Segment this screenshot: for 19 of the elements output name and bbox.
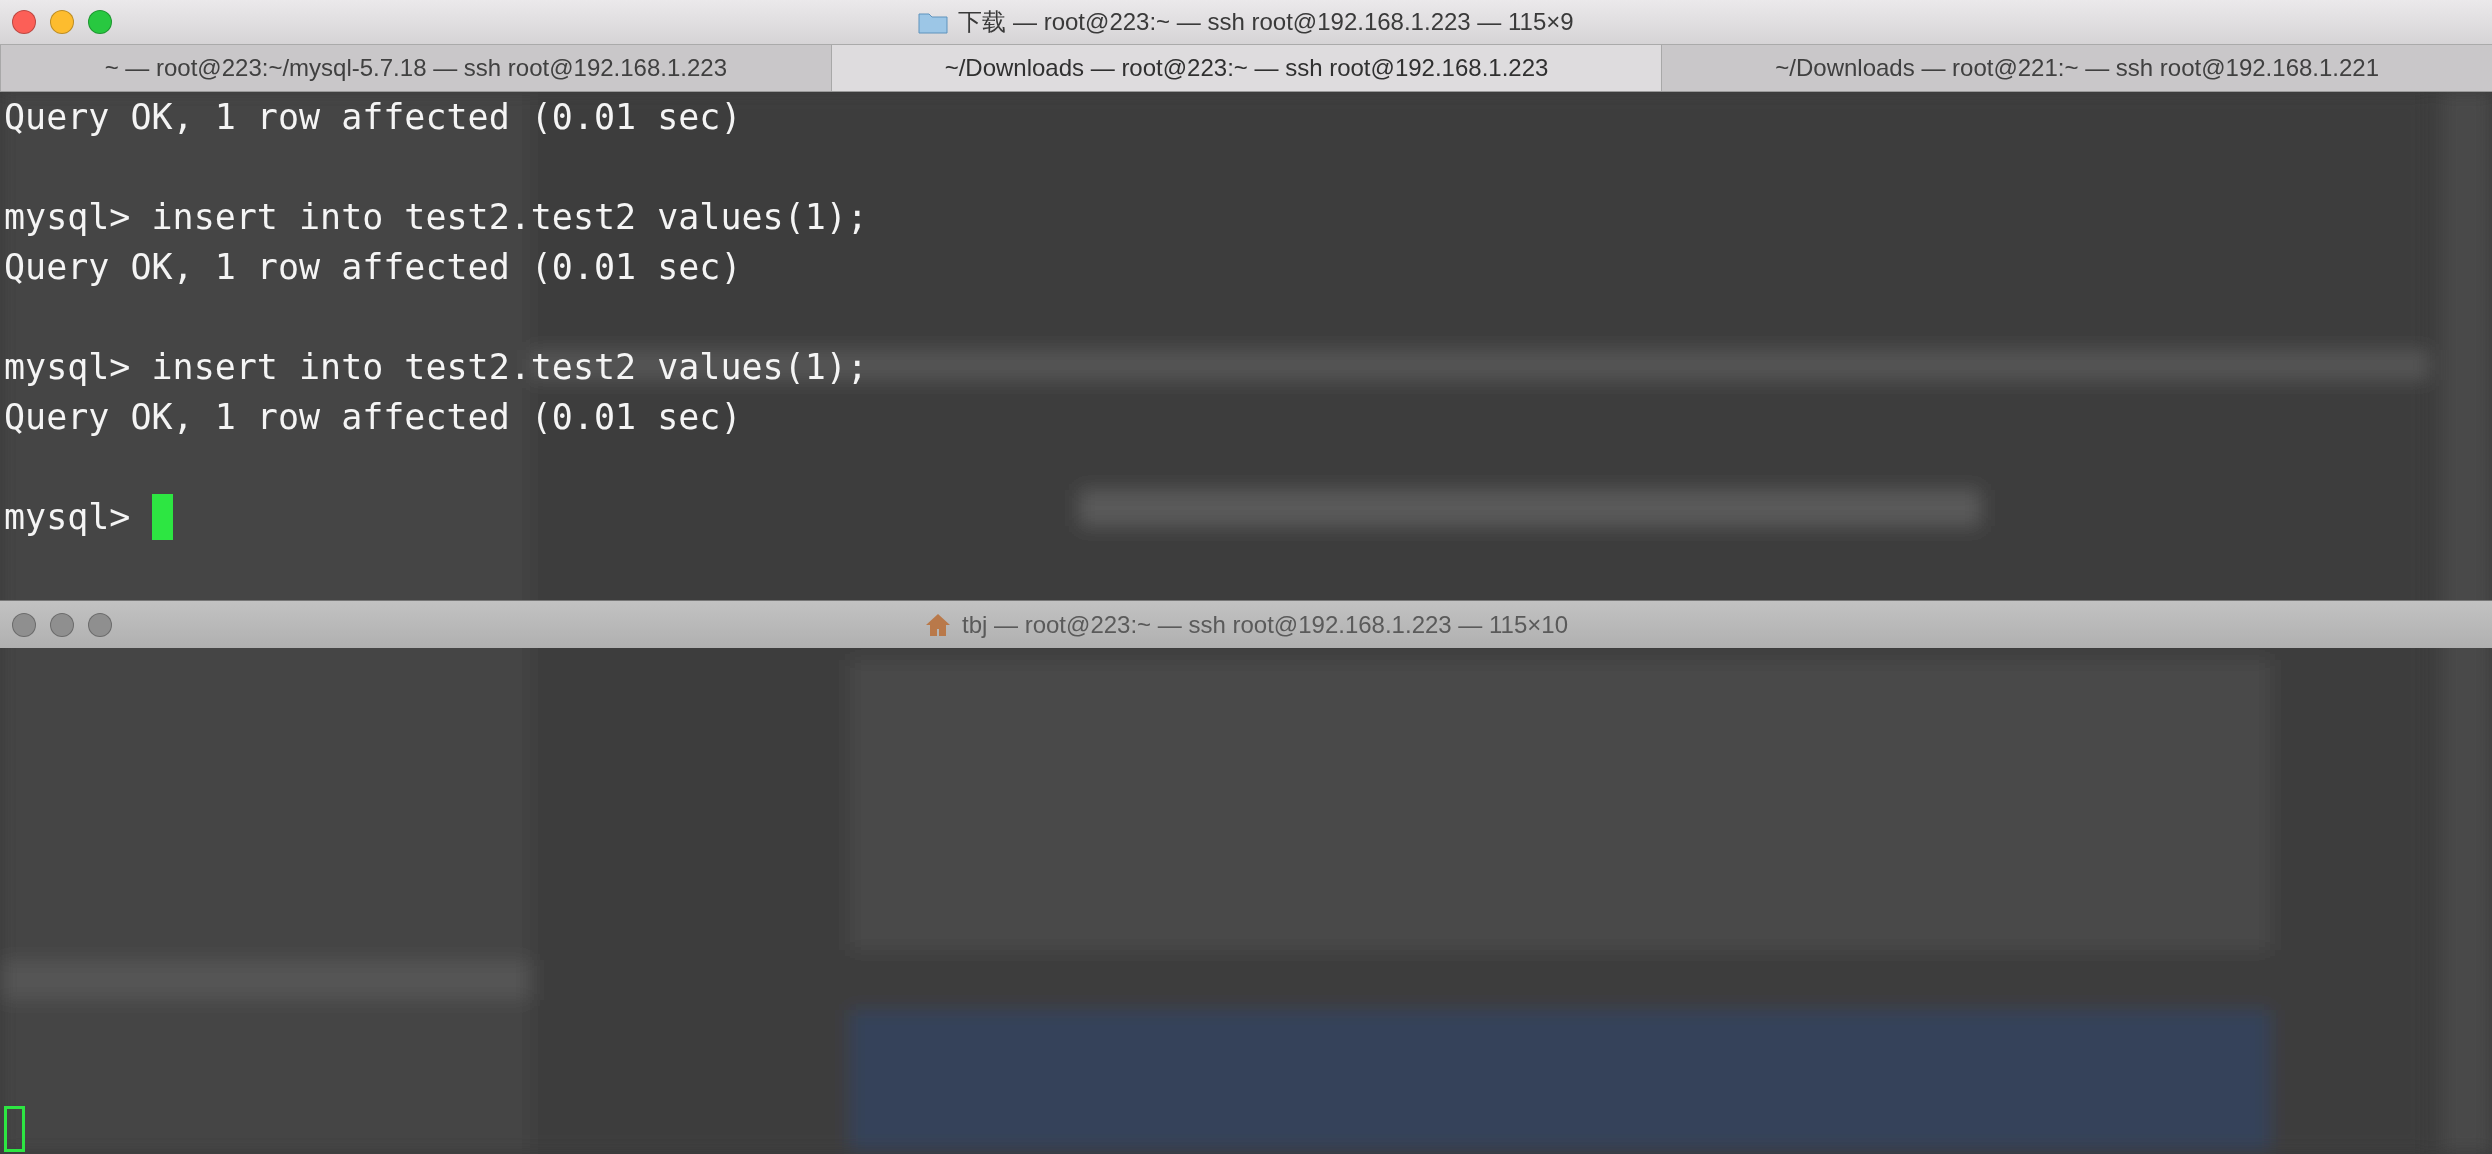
terminal-line: mysql> (4, 496, 132, 539)
minimize-button[interactable] (50, 612, 74, 637)
window-title: tbj — root@223:~ — ssh root@192.168.1.223 — 115×10 (962, 609, 1568, 640)
home-icon (924, 611, 952, 638)
close-button[interactable] (12, 612, 36, 637)
terminal-line: Query OK, 1 row affected (0.01 sec) (4, 96, 742, 139)
terminal-line: Query OK, 1 row affected (0.01 sec) (4, 396, 742, 439)
terminal-line: mysql> insert into test2.test2 values(1); (4, 196, 868, 239)
window-title: 下载 — root@223:~ — ssh root@192.168.1.223 — 115×9 (958, 7, 1574, 37)
cursor (151, 494, 173, 540)
folder-icon (918, 10, 949, 34)
close-button[interactable] (12, 10, 36, 34)
minimize-button[interactable] (50, 10, 74, 34)
terminal-line: Query OK, 1 row affected (0.01 sec) (4, 246, 742, 289)
terminal-line: mysql> insert into test2.test2 values(1); (4, 346, 868, 389)
zoom-button[interactable] (88, 612, 112, 637)
tab[interactable]: ~/Downloads — root@223:~ — ssh root@192.168.1.223 (830, 45, 1662, 91)
cursor (4, 1106, 25, 1152)
zoom-button[interactable] (88, 10, 112, 34)
